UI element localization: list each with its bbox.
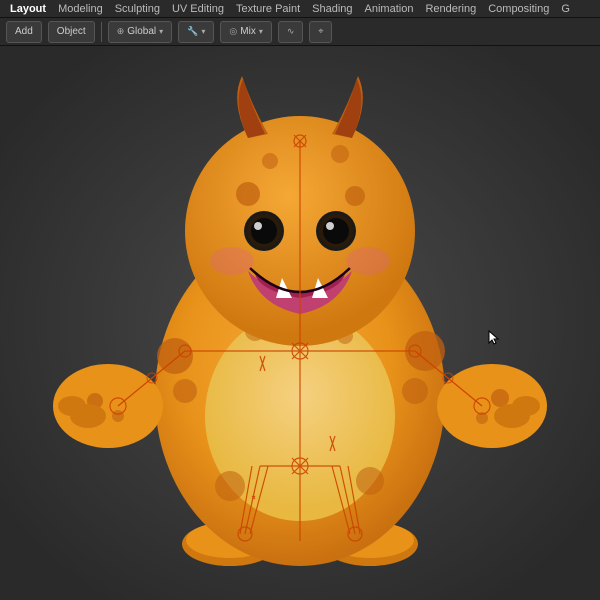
tab-shading[interactable]: Shading — [306, 0, 358, 17]
snap-chevron-icon: ▾ — [201, 27, 205, 36]
header-toolbar: Add Object ⊕ Global ▾ 🔧 ▾ ◎ Mix ▾ ∿ ⌖ — [0, 18, 600, 46]
snap-dropdown[interactable]: 🔧 ▾ — [178, 21, 214, 43]
extra-tool-btn-2[interactable]: ⌖ — [309, 21, 332, 43]
object-label: Object — [57, 26, 86, 37]
chevron-down-icon: ▾ — [159, 27, 163, 36]
mix-label: Mix — [240, 26, 256, 37]
tab-layout[interactable]: Layout — [4, 0, 52, 17]
separator-1 — [101, 22, 102, 42]
tab-uv-editing[interactable]: UV Editing — [166, 0, 230, 17]
extra-tool-btn[interactable]: ∿ — [278, 21, 304, 43]
tab-texture-paint[interactable]: Texture Paint — [230, 0, 306, 17]
transform-orientation-dropdown[interactable]: ⊕ Global ▾ — [108, 21, 172, 43]
3d-viewport[interactable] — [0, 46, 600, 600]
add-label: Add — [15, 26, 33, 37]
mix-chevron-icon: ▾ — [259, 27, 263, 36]
workspace-tabs: Layout Modeling Sculpting UV Editing Tex… — [0, 0, 600, 18]
global-label: Global — [127, 26, 156, 37]
tab-animation[interactable]: Animation — [359, 0, 420, 17]
tab-g[interactable]: G — [555, 0, 576, 17]
object-button[interactable]: Object — [48, 21, 95, 43]
add-button[interactable]: Add — [6, 21, 42, 43]
tab-modeling[interactable]: Modeling — [52, 0, 109, 17]
tab-rendering[interactable]: Rendering — [419, 0, 482, 17]
tab-sculpting[interactable]: Sculpting — [109, 0, 166, 17]
monster-viewport-svg — [0, 46, 600, 600]
mouse-cursor — [488, 330, 500, 342]
tab-compositing[interactable]: Compositing — [482, 0, 555, 17]
proportional-edit-dropdown[interactable]: ◎ Mix ▾ — [220, 21, 271, 43]
